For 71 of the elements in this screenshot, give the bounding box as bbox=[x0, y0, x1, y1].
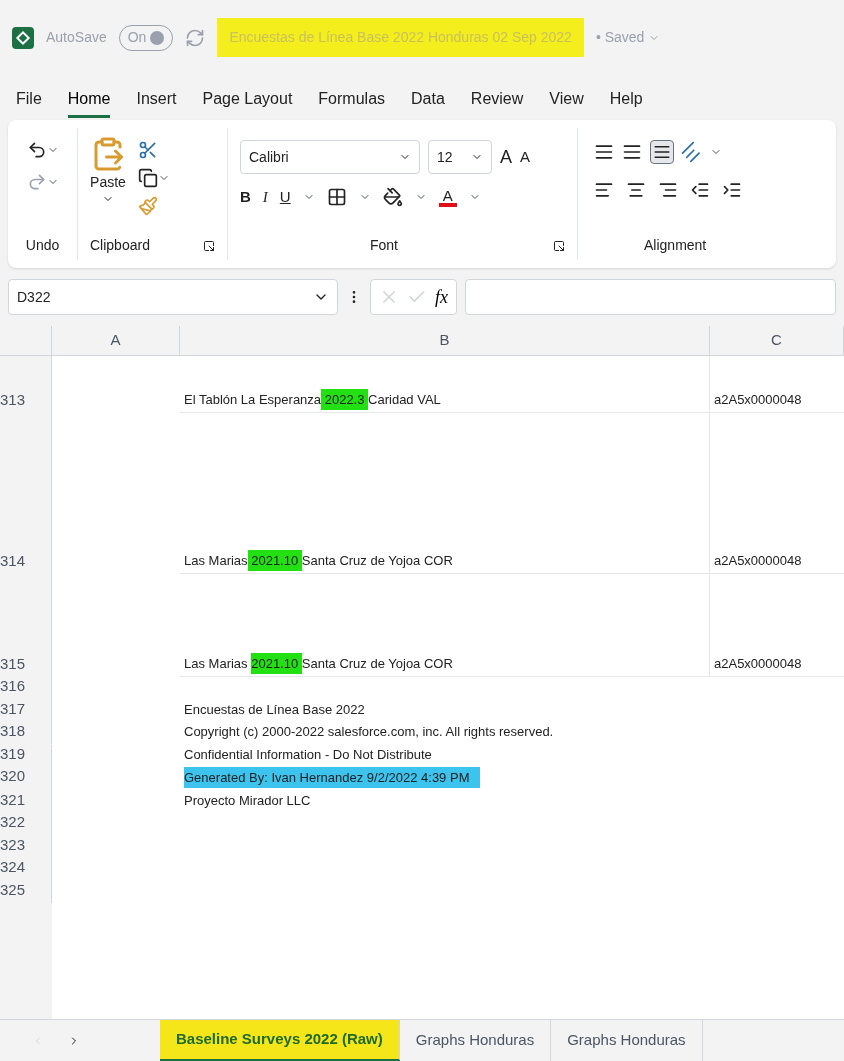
sheet-tab[interactable]: Baseline Surveys 2022 (Raw) bbox=[160, 1020, 400, 1061]
undo-icon[interactable] bbox=[26, 140, 47, 160]
copy-icon[interactable] bbox=[138, 168, 158, 188]
insert-function-button[interactable]: fx bbox=[435, 283, 448, 311]
align-right-icon[interactable] bbox=[658, 180, 678, 200]
align-left-icon[interactable] bbox=[594, 180, 614, 200]
borders-icon[interactable] bbox=[326, 187, 347, 208]
middle-align-icon[interactable] bbox=[622, 142, 642, 162]
font-size-field[interactable]: 12 bbox=[428, 140, 492, 174]
menu-tab[interactable]: Data bbox=[411, 87, 445, 118]
menu-tab[interactable]: File bbox=[16, 87, 42, 118]
menu-tab[interactable]: Review bbox=[470, 87, 524, 118]
grow-font-button[interactable]: A bbox=[500, 143, 512, 171]
row-header[interactable]: 314 bbox=[0, 413, 52, 574]
menu-tab[interactable]: Formulas bbox=[318, 87, 386, 118]
column-header[interactable]: A bbox=[52, 326, 180, 356]
cell-text: a2A5x0000048 bbox=[714, 551, 802, 570]
group-label: Alignment bbox=[644, 236, 708, 255]
menu-tab[interactable]: Help bbox=[609, 87, 643, 118]
top-align-icon[interactable] bbox=[594, 142, 614, 162]
row-header[interactable]: 321 bbox=[0, 790, 52, 813]
column-header[interactable]: B bbox=[180, 326, 710, 356]
formula-input[interactable] bbox=[465, 279, 836, 315]
menu-tab[interactable]: View bbox=[549, 87, 584, 118]
cell-text: a2A5x0000048 bbox=[714, 390, 802, 409]
font-name-field[interactable]: Calibri bbox=[240, 140, 420, 174]
cell-text: El Tablón La Esperanza 2022.3 Caridad VAL bbox=[184, 389, 441, 409]
row-header[interactable]: 313 bbox=[0, 356, 52, 413]
cell-text: Proyecto Mirador LLC bbox=[184, 791, 311, 810]
autosave-label: AutoSave bbox=[46, 28, 107, 47]
document-title: Encuestas de Línea Base 2022 Honduras 02 Sep 2022 bbox=[217, 18, 584, 57]
menu-tab[interactable]: Page Layout bbox=[202, 87, 293, 118]
row-header[interactable]: 322 bbox=[0, 813, 52, 835]
bold-button[interactable]: B bbox=[240, 186, 251, 209]
dialog-launcher-icon[interactable] bbox=[553, 239, 565, 252]
cell-text: Las Marias 2021.10 Santa Cruz de Yojoa COR bbox=[184, 653, 453, 673]
row-header[interactable]: 319 bbox=[0, 744, 52, 768]
font-color-button[interactable]: A bbox=[438, 187, 457, 207]
cell-text: Encuestas de Línea Base 2022 bbox=[184, 700, 365, 719]
align-center-icon[interactable] bbox=[626, 180, 646, 200]
group-label: Clipboard bbox=[90, 236, 150, 255]
decrease-indent-icon[interactable] bbox=[690, 180, 710, 200]
row-header[interactable]: 315 bbox=[0, 574, 52, 677]
underline-button[interactable]: U bbox=[279, 186, 291, 209]
row-header[interactable]: 316 bbox=[0, 677, 52, 699]
paste-button[interactable]: Paste bbox=[90, 136, 126, 216]
dialog-launcher-icon[interactable] bbox=[203, 239, 215, 252]
sheet-tab[interactable]: Graphs Honduras bbox=[551, 1020, 703, 1061]
fill-color-icon[interactable] bbox=[382, 187, 403, 208]
cut-icon[interactable] bbox=[138, 140, 158, 160]
cell-text: Las Marias 2021.10 Santa Cruz de Yojoa COR bbox=[184, 550, 453, 570]
row-header[interactable]: 318 bbox=[0, 722, 52, 744]
group-label: Font bbox=[370, 236, 398, 255]
cell-text: Copyright (c) 2000-2022 salesforce.com, inc. All rights reserved. bbox=[184, 723, 554, 741]
row-header[interactable]: 317 bbox=[0, 699, 52, 722]
italic-button[interactable]: I bbox=[262, 186, 268, 209]
increase-indent-icon[interactable] bbox=[722, 180, 742, 200]
name-box[interactable]: D322 bbox=[8, 279, 338, 315]
menu-tab[interactable]: Insert bbox=[136, 87, 177, 118]
cell-text: Confidential Information - Do Not Distribute bbox=[184, 746, 432, 764]
row-header[interactable]: 324 bbox=[0, 858, 52, 880]
cell-text: Generated By: Ivan Hernandez 9/2/2022 4:39 PM bbox=[184, 767, 481, 787]
group-label: Undo bbox=[25, 236, 60, 255]
cell-text: a2A5x0000048 bbox=[714, 654, 802, 673]
row-header[interactable]: 325 bbox=[0, 880, 52, 903]
bottom-align-icon[interactable] bbox=[650, 140, 674, 164]
row-header[interactable]: 320 bbox=[0, 767, 52, 790]
row-header[interactable]: 323 bbox=[0, 835, 52, 858]
shrink-font-button[interactable]: A bbox=[520, 145, 531, 169]
column-header[interactable]: C bbox=[710, 326, 844, 356]
sheet-tab[interactable]: Graphs Honduras bbox=[399, 1020, 552, 1061]
